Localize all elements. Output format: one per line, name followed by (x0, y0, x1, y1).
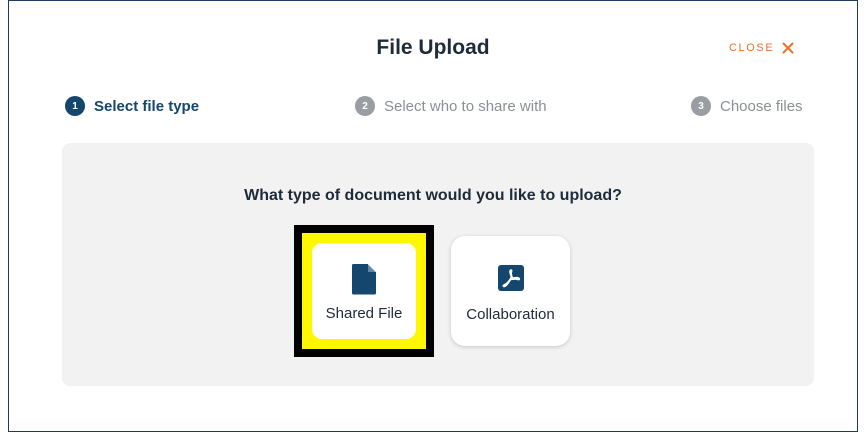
document-icon (351, 264, 376, 295)
collaboration-option[interactable]: Collaboration (451, 236, 570, 346)
step-number-badge: 1 (65, 96, 85, 116)
option-label: Shared File (325, 305, 403, 322)
option-label: Collaboration (466, 306, 555, 323)
close-button[interactable]: CLOSE (729, 42, 794, 54)
pdf-icon (497, 265, 524, 291)
step-choose-files: 3 Choose files (691, 96, 803, 116)
step-number-badge: 3 (691, 96, 711, 116)
step-number-badge: 2 (355, 96, 375, 116)
step-label: Choose files (720, 97, 803, 115)
file-type-panel (62, 143, 814, 386)
close-label: CLOSE (729, 42, 775, 54)
upload-question: What type of document would you like to … (244, 187, 622, 204)
step-select-file-type: 1 Select file type (65, 96, 199, 116)
step-label: Select file type (94, 97, 200, 115)
step-label: Select who to share with (384, 97, 547, 115)
shared-file-option[interactable]: Shared File (312, 243, 416, 339)
close-icon (782, 42, 794, 54)
step-select-who-to-share-with: 2 Select who to share with (355, 96, 547, 116)
